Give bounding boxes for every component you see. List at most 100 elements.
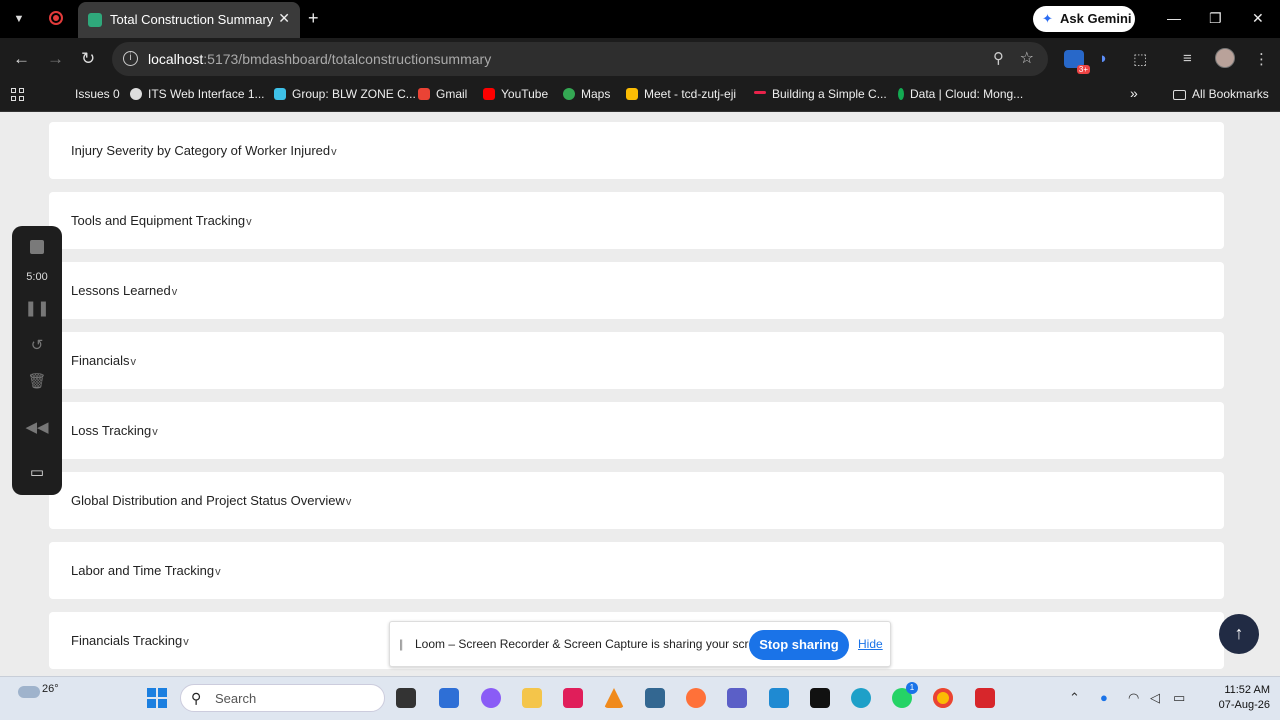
chevron-down-icon: v bbox=[183, 636, 189, 648]
pause-icon[interactable]: ❚❚ bbox=[12, 299, 62, 317]
url-text[interactable]: localhost:5173/bmdashboard/totalconstruc… bbox=[148, 51, 491, 67]
taskbar-search-input[interactable]: ⚲ Search bbox=[180, 684, 385, 712]
weather-widget[interactable]: 26° bbox=[18, 683, 59, 698]
edge-icon[interactable] bbox=[851, 688, 871, 708]
volume-icon[interactable]: ◁ bbox=[1150, 690, 1160, 706]
accordion-tools-equipment[interactable]: Tools and Equipment Trackingv bbox=[49, 192, 1224, 249]
ask-gemini-button[interactable]: ✦ Ask Gemini bbox=[1033, 6, 1135, 32]
loom-recorder-panel: 5:00 ❚❚ ↺ 🗑 ◀◀ ▭ bbox=[12, 226, 62, 495]
meet-icon bbox=[626, 88, 638, 100]
tab-search-chevron-icon[interactable]: ▼ bbox=[10, 10, 28, 28]
site-info-icon[interactable]: i bbox=[123, 51, 138, 66]
windows-start-icon[interactable] bbox=[147, 688, 167, 708]
window-close-icon[interactable]: ✕ bbox=[1252, 10, 1264, 27]
bookmark-meet[interactable]: Meet - tcd-zutj-eji bbox=[626, 87, 736, 101]
bookmark-building-simple[interactable]: Building a Simple C... bbox=[754, 87, 887, 101]
url-host: localhost bbox=[148, 51, 204, 67]
back-arrow-icon[interactable]: ← bbox=[13, 49, 30, 69]
accordion-lessons-learned[interactable]: Lessons Learnedv bbox=[49, 262, 1224, 319]
address-bar[interactable]: i localhost:5173/bmdashboard/totalconstr… bbox=[112, 42, 1048, 76]
battery-icon[interactable]: ▭ bbox=[1173, 690, 1185, 706]
accordion-label: Injury Severity by Category of Worker In… bbox=[71, 143, 337, 158]
new-tab-icon[interactable]: + bbox=[308, 8, 319, 29]
bookmark-mongodb[interactable]: Data | Cloud: Mong... bbox=[898, 87, 1023, 101]
drag-handle-icon[interactable]: || bbox=[399, 637, 403, 651]
chrome-icon[interactable] bbox=[933, 688, 953, 708]
active-tab[interactable]: Total Construction Summary ✕ bbox=[78, 2, 300, 38]
accordion-label: Global Distribution and Project Status O… bbox=[71, 493, 352, 508]
bookmark-group-blw-zone[interactable]: Group: BLW ZONE C... bbox=[274, 87, 416, 101]
stop-sharing-button[interactable]: Stop sharing bbox=[749, 630, 849, 660]
extensions-puzzle-icon[interactable]: ⬚ bbox=[1133, 50, 1147, 68]
microphone-icon[interactable]: ● bbox=[1100, 690, 1108, 705]
url-path: :5173/bmdashboard/totalconstructionsumma… bbox=[203, 51, 492, 67]
forward-arrow-icon[interactable]: → bbox=[47, 49, 64, 69]
rewind-icon[interactable]: ◀◀ bbox=[12, 418, 62, 436]
all-bookmarks-folder[interactable]: All Bookmarks bbox=[1173, 87, 1269, 101]
extension-badge-icon[interactable]: 3+ bbox=[1064, 50, 1090, 74]
accordion-label: Lessons Learnedv bbox=[71, 283, 178, 298]
stop-recording-icon[interactable] bbox=[30, 240, 44, 254]
browser-menu-icon[interactable]: ⋮ bbox=[1254, 50, 1269, 68]
teams-icon[interactable] bbox=[727, 688, 747, 708]
accordion-label: Tools and Equipment Trackingv bbox=[71, 213, 252, 228]
copilot-icon[interactable] bbox=[481, 688, 501, 708]
vscode-icon[interactable] bbox=[769, 688, 789, 708]
media-controls-icon[interactable]: ≡ bbox=[1183, 50, 1192, 67]
gemini-sparkle-icon: ✦ bbox=[1042, 11, 1053, 26]
profile-avatar[interactable] bbox=[1215, 48, 1235, 68]
temperature: 26° bbox=[42, 683, 59, 695]
maximize-icon[interactable]: ❐ bbox=[1209, 10, 1222, 27]
bookmark-youtube[interactable]: YouTube bbox=[483, 87, 548, 101]
hide-link[interactable]: Hide bbox=[858, 637, 883, 651]
taskbar-clock[interactable]: 11:52 AM 07-Aug-26 bbox=[1200, 683, 1270, 713]
minimize-icon[interactable]: — bbox=[1167, 10, 1181, 26]
wifi-icon[interactable]: ◠ bbox=[1128, 690, 1139, 706]
toolbar: ← → ↻ i localhost:5173/bmdashboard/total… bbox=[0, 38, 1280, 80]
chevron-down-icon: v bbox=[331, 146, 337, 158]
scroll-to-top-button[interactable]: ↑ bbox=[1219, 614, 1259, 654]
whatsapp-icon[interactable]: 1 bbox=[892, 682, 918, 708]
accordion-loss-tracking[interactable]: Loss Trackingv bbox=[49, 402, 1224, 459]
terminal-app-icon[interactable] bbox=[810, 688, 830, 708]
clock-time: 11:52 AM bbox=[1224, 684, 1270, 696]
accordion-injury-severity[interactable]: Injury Severity by Category of Worker In… bbox=[49, 122, 1224, 179]
apps-grid-icon[interactable] bbox=[11, 88, 25, 102]
youtube-icon bbox=[483, 88, 495, 100]
more-bookmarks-chevron-icon[interactable]: » bbox=[1130, 85, 1138, 101]
slack-icon[interactable] bbox=[563, 688, 583, 708]
acrobat-icon[interactable] bbox=[975, 688, 995, 708]
screen-sharing-bar: || Loom – Screen Recorder & Screen Captu… bbox=[389, 621, 891, 667]
bookmark-its-web-interface[interactable]: ITS Web Interface 1... bbox=[130, 87, 265, 101]
bookmark-star-icon[interactable]: ☆ bbox=[1020, 48, 1034, 68]
chevron-down-icon: v bbox=[171, 286, 178, 298]
bookmark-issues[interactable]: Issues 0 bbox=[75, 87, 120, 101]
bookmark-gmail[interactable]: Gmail bbox=[418, 87, 467, 101]
sharing-message: Loom – Screen Recorder & Screen Capture … bbox=[415, 637, 772, 651]
recording-timer: 5:00 bbox=[26, 271, 48, 283]
store-icon[interactable] bbox=[439, 688, 459, 708]
task-view-icon[interactable] bbox=[396, 688, 416, 708]
vlc-icon[interactable] bbox=[604, 688, 624, 708]
postgres-icon[interactable] bbox=[645, 688, 665, 708]
mongodb-leaf-icon bbox=[898, 88, 904, 100]
camera-icon[interactable]: ▭ bbox=[12, 463, 62, 481]
reload-icon[interactable]: ↻ bbox=[81, 49, 95, 69]
page-content: Injury Severity by Category of Worker In… bbox=[0, 113, 1280, 676]
zoom-icon[interactable]: ⚲ bbox=[993, 49, 1004, 67]
firefox-icon[interactable] bbox=[686, 688, 706, 708]
file-explorer-icon[interactable] bbox=[522, 688, 542, 708]
accordion-global-distribution[interactable]: Global Distribution and Project Status O… bbox=[49, 472, 1224, 529]
accordion-financials[interactable]: Financialsv bbox=[49, 332, 1224, 389]
bookmark-maps[interactable]: Maps bbox=[563, 87, 610, 101]
restart-icon[interactable]: ↺ bbox=[12, 336, 62, 354]
folder-icon bbox=[1173, 90, 1186, 100]
accordion-labor-time[interactable]: Labor and Time Trackingv bbox=[49, 542, 1224, 599]
tab-close-icon[interactable]: ✕ bbox=[278, 10, 290, 27]
read-aloud-extension-icon[interactable]: ◗ bbox=[1099, 50, 1108, 67]
bookmark-favicon-icon bbox=[754, 91, 766, 94]
ask-gemini-label: Ask Gemini bbox=[1060, 11, 1132, 26]
trash-icon[interactable]: 🗑 bbox=[12, 372, 62, 390]
tray-chevron-up-icon[interactable]: ⌃ bbox=[1069, 690, 1080, 706]
whatsapp-badge: 1 bbox=[906, 682, 918, 694]
